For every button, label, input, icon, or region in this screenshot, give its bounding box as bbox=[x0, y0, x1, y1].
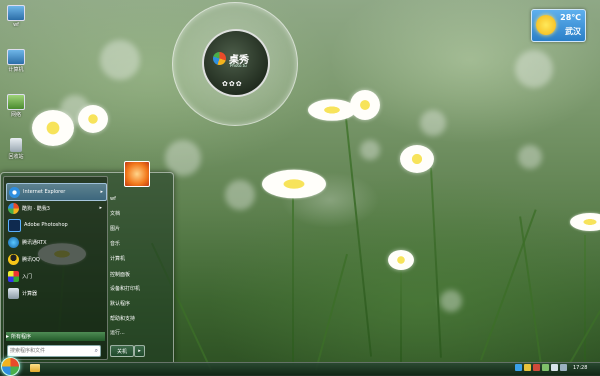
menu-item-internet-explorer[interactable]: Internet Explorer ▸ bbox=[6, 183, 107, 201]
menu-item-label: 腾讯QQ bbox=[22, 256, 40, 263]
paint-icon bbox=[8, 270, 19, 282]
menu-item-calculator[interactable]: 计算器 bbox=[6, 285, 105, 301]
qq-icon bbox=[8, 253, 19, 265]
desktop-icon-label: 网络 bbox=[10, 112, 21, 118]
weather-temperature: 28℃ bbox=[560, 13, 581, 22]
start-right-item-user[interactable]: wf bbox=[110, 196, 116, 202]
all-programs-button[interactable]: ▸ 所有程序 bbox=[6, 332, 105, 341]
bokeh-light bbox=[225, 180, 255, 210]
tray-network-icon[interactable] bbox=[515, 364, 522, 371]
menu-item-qq[interactable]: 腾讯QQ bbox=[6, 251, 105, 267]
start-right-item-music[interactable]: 音乐 bbox=[110, 240, 120, 247]
menu-item-label: 计算器 bbox=[22, 290, 38, 297]
search-input[interactable] bbox=[8, 346, 90, 356]
start-menu: Internet Explorer ▸ 酷狗 · 酷我3 ▸ Adobe Pho… bbox=[0, 172, 174, 363]
photoshop-icon bbox=[8, 218, 21, 232]
user-folder-icon bbox=[7, 5, 25, 21]
submenu-arrow-icon: ▸ bbox=[99, 205, 102, 211]
tray-security-icon[interactable] bbox=[533, 364, 540, 371]
network-icon bbox=[7, 94, 25, 110]
start-orb-button[interactable] bbox=[1, 357, 20, 376]
menu-item-photoshop[interactable]: Adobe Photoshop bbox=[6, 217, 105, 233]
gadget-subtitle: Photo.tu bbox=[230, 63, 247, 68]
tray-flag-icon[interactable] bbox=[560, 364, 567, 371]
rtx-icon bbox=[8, 236, 19, 248]
start-right-item-help[interactable]: 帮助和支持 bbox=[110, 315, 135, 322]
start-right-item-run[interactable]: 运行... bbox=[110, 329, 125, 336]
start-right-item-computer[interactable]: 计算机 bbox=[110, 255, 125, 262]
bokeh-light bbox=[515, 50, 553, 88]
bokeh-light bbox=[165, 140, 201, 176]
start-right-item-documents[interactable]: 文档 bbox=[110, 210, 120, 217]
menu-item-label: Adobe Photoshop bbox=[24, 222, 68, 228]
menu-item-kugou[interactable]: 酷狗 · 酷我3 ▸ bbox=[6, 200, 105, 216]
ie-icon bbox=[9, 186, 20, 198]
desktop-icon-recycle-bin[interactable]: 回收站 bbox=[4, 138, 28, 160]
start-right-item-control-panel[interactable]: 控制面板 bbox=[110, 271, 130, 278]
menu-item-label: 酷狗 · 酷我3 bbox=[22, 205, 50, 212]
submenu-arrow-icon: ▸ bbox=[100, 189, 103, 195]
start-right-item-pictures[interactable]: 图片 bbox=[110, 225, 120, 232]
start-right-item-devices-printers[interactable]: 设备和打印机 bbox=[110, 285, 140, 292]
flower-stem bbox=[400, 262, 402, 362]
user-avatar[interactable] bbox=[124, 161, 150, 187]
explorer-folder-icon[interactable] bbox=[30, 364, 40, 372]
flower-stem bbox=[430, 167, 442, 358]
sun-icon bbox=[536, 15, 556, 35]
gadget-logo-icon bbox=[213, 52, 226, 65]
flower-stem bbox=[292, 195, 294, 365]
arrow-right-icon: ▸ bbox=[6, 333, 10, 340]
grass-blade bbox=[315, 253, 349, 371]
shutdown-button[interactable]: 关机 bbox=[110, 345, 134, 357]
bokeh-light bbox=[420, 110, 446, 136]
kugou-icon bbox=[8, 202, 19, 214]
tray-input-icon[interactable] bbox=[542, 364, 549, 371]
calculator-icon bbox=[8, 287, 19, 299]
search-icon[interactable]: ⌕ bbox=[95, 347, 98, 355]
start-right-item-default-programs[interactable]: 默认程序 bbox=[110, 300, 130, 307]
grass-blade bbox=[519, 216, 542, 366]
recycle-bin-icon bbox=[10, 138, 22, 152]
menu-item-label: 腾讯通RTX bbox=[22, 239, 47, 246]
start-search-box[interactable]: ⌕ bbox=[7, 345, 101, 357]
flower-dots-icon: ✿✿✿ bbox=[222, 80, 243, 88]
menu-item-getting-started[interactable]: 入门 bbox=[6, 268, 105, 284]
computer-icon bbox=[7, 49, 25, 65]
weather-gadget[interactable]: 28℃ 武汉 bbox=[531, 9, 586, 42]
desktop-icon-label: 计算机 bbox=[8, 67, 24, 73]
tray-volume-icon[interactable] bbox=[551, 364, 558, 371]
all-programs-label: 所有程序 bbox=[11, 334, 32, 340]
flower-stem bbox=[584, 235, 586, 365]
bokeh-light bbox=[518, 145, 542, 169]
desktop-icon-network[interactable]: 网络 bbox=[4, 94, 28, 118]
menu-item-label: Internet Explorer bbox=[23, 189, 66, 195]
taskbar-clock[interactable]: 17:28 bbox=[573, 365, 587, 371]
bokeh-light bbox=[440, 290, 462, 312]
bokeh-light bbox=[100, 40, 140, 80]
start-menu-programs-pane: Internet Explorer ▸ 酷狗 · 酷我3 ▸ Adobe Pho… bbox=[3, 176, 108, 360]
desktop-icon-label: 回收站 bbox=[8, 154, 24, 160]
tray-qq-icon[interactable] bbox=[524, 364, 531, 371]
bokeh-light bbox=[360, 140, 380, 160]
menu-item-label: 入门 bbox=[22, 273, 33, 280]
weather-city: 武汉 bbox=[565, 27, 581, 36]
desktop-icon-computer[interactable]: 计算机 bbox=[4, 49, 28, 73]
desktop-icon-user-folder[interactable]: wf bbox=[4, 5, 28, 28]
taskbar bbox=[0, 362, 600, 376]
grass-blade bbox=[565, 291, 600, 371]
shutdown-options-button[interactable]: ▸ bbox=[134, 345, 145, 357]
menu-item-rtx[interactable]: 腾讯通RTX bbox=[6, 234, 105, 250]
desktop-icon-label: wf bbox=[13, 22, 19, 28]
